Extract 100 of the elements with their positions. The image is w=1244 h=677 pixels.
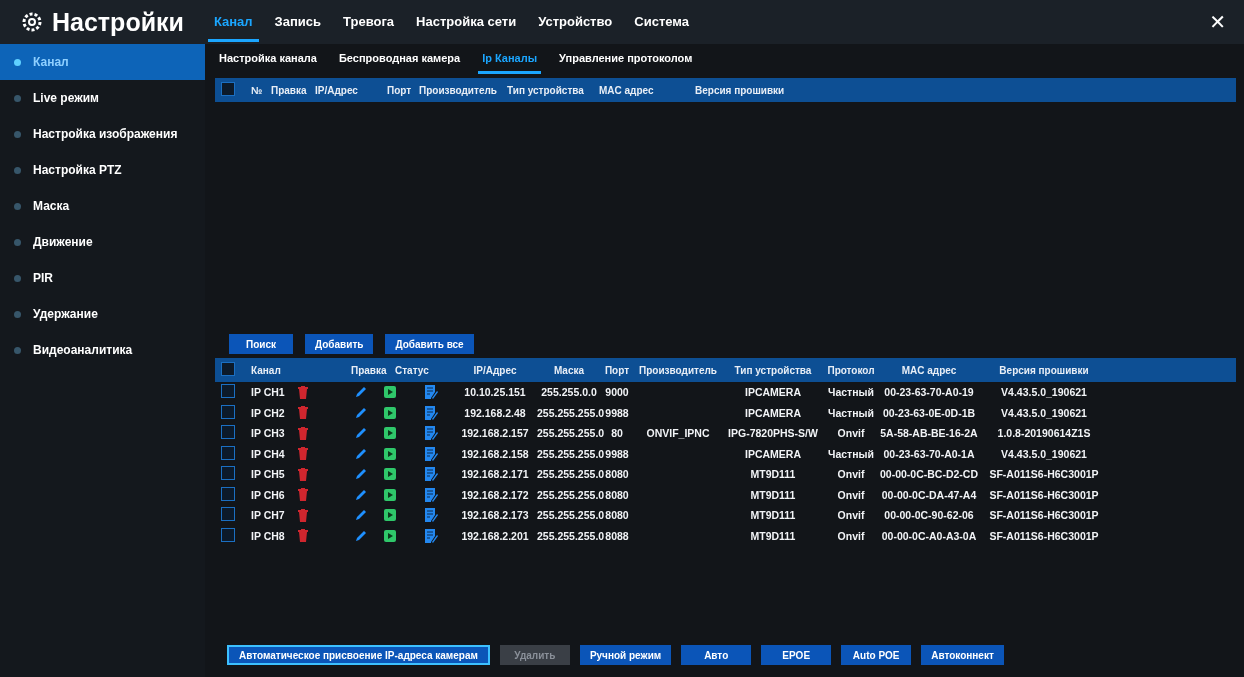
column-header: IP/Адрес	[315, 84, 359, 96]
column-header: №	[251, 84, 264, 96]
table-cell-text: IP CH4	[251, 447, 286, 460]
action-button[interactable]: Автоматическое присвоение IP-адреса камерам	[227, 645, 490, 665]
action-button[interactable]: Поиск	[229, 334, 293, 354]
table-cell-text: IP CH5	[251, 468, 286, 481]
action-button[interactable]: Автоконнект	[921, 645, 1004, 665]
table-cell-text: 192.168.2.201	[460, 529, 530, 542]
pencil-icon[interactable]	[355, 427, 367, 440]
sub-tab[interactable]: Ip Каналы	[478, 44, 542, 74]
settings-icon	[22, 12, 42, 32]
table-cell-text: IP CH3	[251, 427, 286, 440]
checkbox[interactable]	[221, 82, 235, 96]
checkbox[interactable]	[221, 384, 235, 399]
pencil-icon[interactable]	[355, 447, 367, 460]
sidebar-item[interactable]: PIR	[0, 260, 205, 296]
column-header: MAC адрес	[599, 84, 655, 96]
checkbox[interactable]	[221, 445, 235, 460]
action-button[interactable]: Добавить	[305, 334, 374, 354]
trash-icon[interactable]	[298, 385, 308, 399]
menu-tab[interactable]: Канал	[207, 2, 259, 42]
table-cell-text: 192.168.2.171	[460, 468, 530, 481]
column-header: Тип устройства	[507, 84, 585, 96]
table-cell-text: 00-23-63-70-A0-19	[883, 386, 975, 399]
checkbox[interactable]	[221, 362, 235, 376]
table-cell-text: V4.43.5.0_190621	[1000, 386, 1088, 399]
action-button[interactable]: Ручной режим	[579, 645, 672, 665]
pencil-icon[interactable]	[355, 488, 367, 501]
checkbox[interactable]	[221, 425, 235, 440]
note-icon[interactable]	[424, 405, 438, 420]
table-cell-text: 10.10.25.151	[463, 386, 527, 399]
play-status-icon[interactable]	[384, 447, 396, 460]
trash-icon[interactable]	[298, 426, 308, 440]
column-header: Протокол	[826, 364, 876, 376]
column-header: MAC адрес	[900, 364, 958, 376]
table-cell-text: Onvif	[836, 509, 866, 522]
settings-title: Настройки	[52, 7, 184, 37]
close-button[interactable]: ✕	[1203, 9, 1232, 35]
action-button[interactable]: Авто	[681, 645, 752, 665]
table-cell-text: 00-23-63-70-A0-1A	[882, 447, 976, 460]
table-cell-text: MT9D111	[749, 509, 797, 522]
pencil-icon[interactable]	[355, 406, 367, 419]
sidebar-item[interactable]: Удержание	[0, 296, 205, 332]
trash-icon[interactable]	[298, 488, 308, 502]
play-status-icon[interactable]	[384, 529, 396, 542]
action-button[interactable]: EPOE	[761, 645, 832, 665]
table-cell-text: 192.168.2.158	[460, 447, 530, 460]
pencil-icon[interactable]	[355, 509, 367, 522]
sidebar-item[interactable]: Настройка изображения	[0, 116, 205, 152]
play-status-icon[interactable]	[384, 488, 396, 501]
pencil-icon[interactable]	[355, 529, 367, 542]
note-icon[interactable]	[424, 385, 438, 400]
sub-tab[interactable]: Беспроводная камера	[334, 44, 465, 74]
column-header: Порт	[387, 84, 413, 96]
checkbox[interactable]	[221, 507, 235, 522]
note-icon[interactable]	[424, 508, 438, 523]
pencil-icon[interactable]	[355, 468, 367, 481]
table-cell-text: V4.43.5.0_190621	[1000, 447, 1088, 460]
note-icon[interactable]	[424, 528, 438, 543]
checkbox[interactable]	[221, 486, 235, 501]
play-status-icon[interactable]	[384, 509, 396, 522]
column-header: Правка	[271, 84, 308, 96]
checkbox[interactable]	[221, 404, 235, 419]
sub-tab[interactable]: Управление протоколом	[555, 44, 697, 74]
play-status-icon[interactable]	[384, 406, 396, 419]
menu-tab[interactable]: Настройка сети	[410, 2, 523, 42]
trash-icon[interactable]	[298, 406, 308, 420]
column-header: Производитель	[638, 364, 718, 376]
trash-icon[interactable]	[298, 447, 308, 461]
note-icon[interactable]	[424, 487, 438, 502]
sidebar-item[interactable]: Видеоаналитика	[0, 332, 205, 368]
trash-icon[interactable]	[298, 467, 308, 481]
menu-tab[interactable]: Запись	[268, 2, 328, 42]
table-cell-text: 192.168.2.173	[460, 509, 530, 522]
sidebar-item[interactable]: Настройка PTZ	[0, 152, 205, 188]
checkbox[interactable]	[221, 466, 235, 481]
table-cell-text: Onvif	[836, 468, 866, 481]
sidebar-item[interactable]: Маска	[0, 188, 205, 224]
menu-tab[interactable]: Тревога	[337, 2, 401, 42]
play-status-icon[interactable]	[384, 427, 396, 440]
pencil-icon[interactable]	[355, 386, 367, 399]
trash-icon[interactable]	[298, 529, 308, 543]
action-button[interactable]: Auto POE	[841, 645, 912, 665]
sidebar-item[interactable]: Движение	[0, 224, 205, 260]
sub-tab[interactable]: Настройка канала	[215, 44, 321, 74]
checkbox[interactable]	[221, 527, 235, 542]
play-status-icon[interactable]	[384, 386, 396, 399]
sidebar-item[interactable]: Канал	[0, 44, 205, 80]
note-icon[interactable]	[424, 426, 438, 441]
note-icon[interactable]	[424, 446, 438, 461]
play-status-icon[interactable]	[384, 468, 396, 481]
menu-tab[interactable]: Система	[628, 2, 695, 42]
table-cell-text: Частный	[827, 386, 875, 399]
table-cell-text: 192.168.2.172	[460, 488, 530, 501]
trash-icon[interactable]	[298, 508, 308, 522]
note-icon[interactable]	[424, 467, 438, 482]
table-cell-text: Onvif	[836, 427, 866, 440]
menu-tab[interactable]: Устройство	[532, 2, 619, 42]
sidebar-item[interactable]: Live режим	[0, 80, 205, 116]
action-button[interactable]: Добавить все	[385, 334, 474, 354]
